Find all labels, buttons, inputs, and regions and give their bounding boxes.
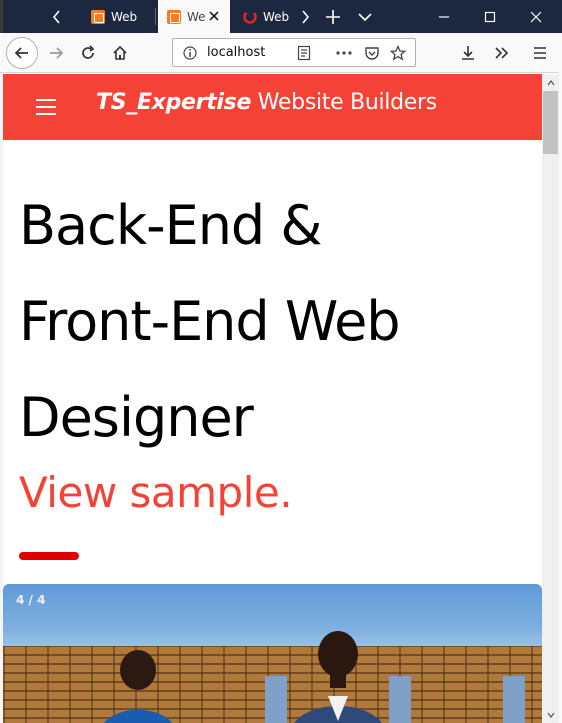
window-edge (0, 0, 3, 33)
scrollbar-thumb[interactable] (543, 91, 558, 154)
tab-web-active[interactable]: We (158, 0, 230, 33)
hamburger-menu-icon (534, 47, 546, 59)
minimize-window-button[interactable] (422, 0, 466, 33)
red-app-icon (243, 9, 257, 24)
scroll-tabs-left-button[interactable] (42, 0, 72, 33)
reload-icon (82, 45, 95, 59)
accent-bar (19, 552, 79, 560)
url-text[interactable]: localhost (207, 45, 265, 60)
reader-view-icon[interactable] (295, 44, 313, 62)
hero-line-3: Designer (19, 386, 254, 449)
tab-title: Web (263, 9, 290, 24)
overflow-menu-button[interactable] (486, 37, 518, 69)
hamburger-menu-icon[interactable] (36, 98, 56, 116)
caret-up-icon (547, 79, 554, 85)
close-tab-icon[interactable] (206, 8, 222, 24)
download-icon (462, 46, 474, 60)
more-actions-icon[interactable] (335, 44, 353, 62)
reload-button[interactable] (72, 37, 104, 69)
caret-down-icon (547, 712, 554, 718)
arrow-right-icon (50, 47, 64, 59)
browser-toolbar: localhost (0, 33, 562, 73)
arrow-left-icon (14, 47, 28, 59)
forward-button[interactable] (40, 37, 72, 69)
home-button[interactable] (104, 37, 136, 69)
scroll-up-arrow[interactable] (542, 74, 559, 91)
site-brand: TS_Expertise (96, 90, 252, 115)
chevron-down-icon (358, 12, 372, 21)
new-tab-button[interactable] (318, 0, 348, 33)
xampp-icon (167, 9, 181, 24)
scroll-tabs-right-button[interactable] (290, 0, 320, 33)
scroll-down-arrow[interactable] (542, 706, 559, 723)
plus-icon (326, 9, 340, 24)
address-bar[interactable]: localhost (172, 38, 416, 67)
back-button[interactable] (6, 37, 38, 69)
info-icon[interactable] (183, 46, 197, 60)
double-chevron-right-icon (495, 47, 509, 59)
tab-separator (155, 8, 156, 25)
slide-photo-person-left (104, 650, 172, 723)
minimize-icon (439, 15, 449, 18)
pocket-icon[interactable] (363, 44, 381, 62)
slide-photo-brick-wall (3, 646, 542, 723)
site-subtitle: Website Builders (257, 90, 437, 115)
site-title[interactable]: TS_Expertise Website Builders (96, 90, 437, 115)
slide-counter: 4 / 4 (16, 593, 46, 607)
home-icon (113, 45, 127, 60)
tab-web-3[interactable]: Web (234, 0, 290, 33)
hero-heading: Back-End & Front-End Web Designer (19, 178, 529, 466)
chevron-left-icon (52, 9, 60, 24)
page-viewport: TS_Expertise Website Builders Back-End &… (3, 74, 542, 723)
chevron-right-icon (302, 9, 310, 24)
maximize-window-button[interactable] (468, 0, 512, 33)
site-header: TS_Expertise Website Builders (3, 74, 542, 140)
tab-title: Web (111, 9, 138, 24)
slide-photo-person-right (294, 631, 382, 723)
tab-web-1[interactable]: Web (82, 0, 156, 33)
tab-title: We (187, 9, 206, 24)
close-window-button[interactable] (514, 0, 558, 33)
close-icon (530, 11, 542, 22)
slideshow[interactable]: 4 / 4 (3, 584, 542, 723)
page-scrollbar[interactable] (542, 74, 559, 723)
downloads-button[interactable] (452, 37, 484, 69)
open-menu-button[interactable] (524, 37, 556, 69)
bookmark-star-icon[interactable] (389, 44, 407, 62)
browser-tab-strip: Web We Web (0, 0, 562, 33)
xampp-icon (91, 9, 105, 24)
hero-line-2: Front-End Web (19, 290, 401, 353)
hero-line-1: Back-End & (19, 194, 322, 257)
maximize-icon (484, 11, 496, 22)
view-sample-link[interactable]: View sample. (19, 468, 293, 517)
list-all-tabs-button[interactable] (350, 0, 380, 33)
wall-opening (503, 676, 525, 723)
